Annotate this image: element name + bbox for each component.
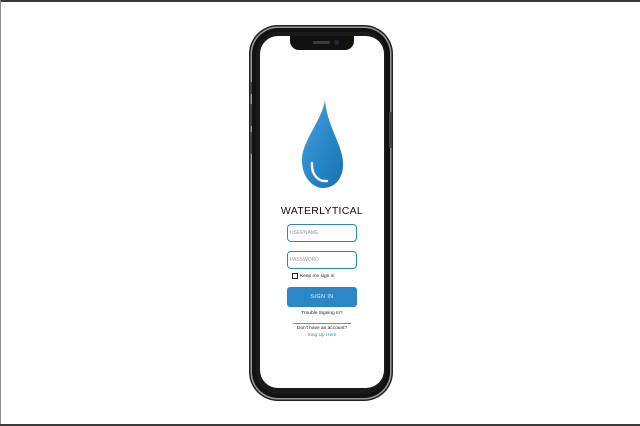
sign-in-button[interactable]: SIGN IN xyxy=(287,287,357,307)
app-title: WATERLYTICAL xyxy=(280,205,364,217)
window-border-left xyxy=(0,0,1,426)
trouble-signing-in-link[interactable]: Trouble Signing In? xyxy=(260,311,384,316)
phone-mute-switch xyxy=(250,82,252,94)
window-border-top xyxy=(0,0,640,2)
phone-speaker xyxy=(313,41,330,44)
password-input[interactable] xyxy=(287,251,357,269)
keep-signed-in-row[interactable]: Keep me sign in xyxy=(292,272,334,280)
keep-signed-in-checkbox[interactable] xyxy=(292,273,298,279)
sign-up-link[interactable]: Sing Up Here xyxy=(260,333,384,338)
phone-power-button xyxy=(389,112,392,148)
phone-camera xyxy=(334,40,339,45)
no-account-text: Don't have an account? xyxy=(296,326,348,331)
water-drop-icon xyxy=(301,100,344,188)
divider xyxy=(293,323,351,324)
phone-volume-up-button xyxy=(250,104,252,126)
phone-volume-down-button xyxy=(250,132,252,154)
keep-signed-in-label: Keep me sign in xyxy=(300,273,335,279)
username-input[interactable] xyxy=(287,224,357,242)
